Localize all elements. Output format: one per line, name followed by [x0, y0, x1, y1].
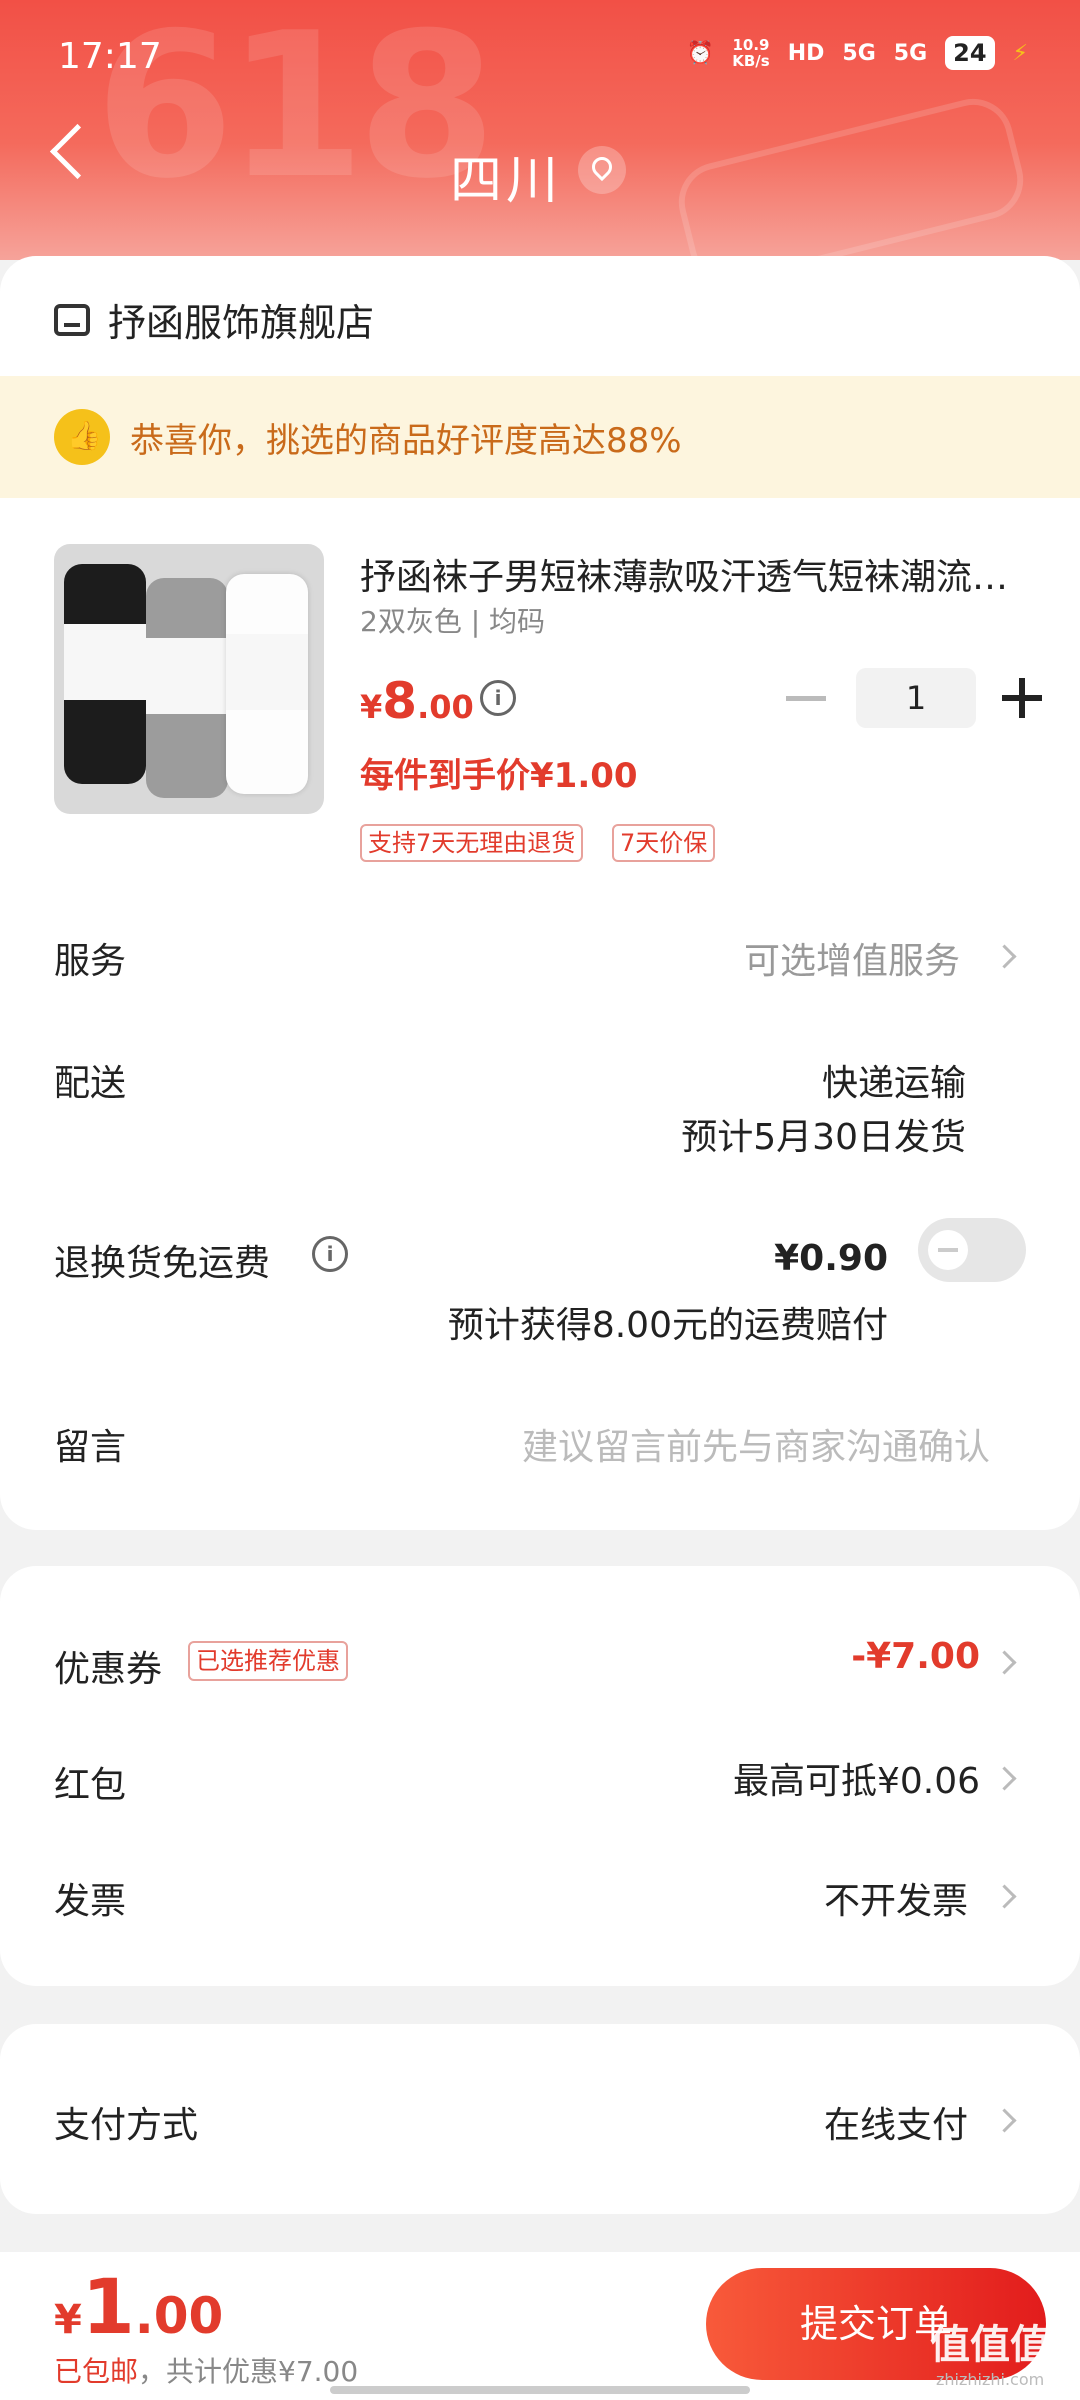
return-shipping-toggle[interactable]: [918, 1218, 1026, 1282]
total-decimal: .00: [134, 2287, 224, 2345]
quantity-value[interactable]: 1: [856, 668, 976, 728]
watermark-url: zhizhizhi.com: [936, 2370, 1045, 2389]
return-shipping-note: 预计获得8.00元的运费赔付: [447, 1305, 888, 1346]
invoice-label: 发票: [54, 1881, 127, 1922]
charging-icon: ⚡: [1012, 40, 1028, 66]
watermark-logo: 值值值: [930, 2322, 1050, 2368]
message-input[interactable]: 建议留言前先与商家沟通确认: [522, 1418, 990, 1470]
product-price: ¥8.00: [360, 672, 474, 730]
service-label: 服务: [54, 941, 127, 982]
red-packet-label: 红包: [54, 1765, 127, 1806]
unit-price: 每件到手价¥1.00: [360, 756, 638, 796]
shop-header[interactable]: 抒函服饰旗舰店: [54, 292, 374, 347]
red-packet-value[interactable]: 最高可抵¥0.06: [733, 1752, 980, 1804]
status-icons: ⏰ 10.9 KB/s HD 5G 5G 24 ⚡: [687, 36, 1028, 70]
status-time: 17:17: [58, 36, 162, 77]
product-variant[interactable]: 2双灰色 | 均码: [360, 600, 545, 640]
rating-banner-text: 恭喜你，挑选的商品好评度高达88%: [130, 420, 682, 461]
total-note: 已包邮，共计优惠¥7.00: [54, 2350, 358, 2390]
price-currency: ¥: [360, 688, 383, 726]
delivery-eta: 预计5月30日发货: [681, 1117, 966, 1158]
status-bar: 17:17 ⏰ 10.9 KB/s HD 5G 5G 24 ⚡: [0, 30, 1080, 90]
hd-icon: HD: [787, 40, 825, 66]
return-policy-tag: 支持7天无理由退货: [360, 824, 584, 862]
location-pin-icon[interactable]: [578, 146, 626, 194]
return-shipping-info-icon[interactable]: i: [312, 1236, 348, 1272]
coupon-value[interactable]: -¥7.00: [851, 1636, 980, 1677]
price-decimal: .00: [417, 688, 474, 726]
discount-note: ，共计优惠¥7.00: [138, 2355, 359, 2388]
net-speed: 10.9 KB/s: [732, 37, 769, 69]
delivery-method: 快递运输: [821, 1063, 966, 1104]
coupon-recommended-tag: 已选推荐优惠: [188, 1641, 348, 1681]
price-protection-tag: 7天价保: [612, 824, 716, 862]
shipping-free-text: 已包邮: [54, 2355, 139, 2388]
return-shipping-price: ¥0.90: [774, 1238, 888, 1279]
minus-icon[interactable]: [786, 695, 826, 701]
delivery-label: 配送: [54, 1063, 127, 1104]
total-price: ¥1.00: [54, 2262, 223, 2351]
total-integer: 1: [81, 2262, 135, 2351]
sock-black: [64, 564, 146, 784]
page-title: 四川: [450, 151, 563, 211]
return-shipping-label: 退换货免运费: [54, 1243, 271, 1284]
plus-icon[interactable]: [1002, 678, 1042, 718]
rating-banner: 恭喜你，挑选的商品好评度高达88%: [0, 376, 1080, 498]
net-speed-unit: KB/s: [732, 52, 770, 70]
shop-icon: [54, 303, 90, 336]
coupon-label: 优惠券: [54, 1649, 163, 1690]
price-info-icon[interactable]: i: [480, 680, 516, 716]
message-label: 留言: [54, 1427, 127, 1468]
signal-icon-2: 5G: [893, 40, 928, 66]
header: 618 17:17 ⏰ 10.9 KB/s HD 5G 5G 24 ⚡ 四川: [0, 0, 1080, 260]
shop-name: 抒函服饰旗舰店: [108, 301, 375, 345]
home-indicator[interactable]: [330, 2386, 750, 2394]
product-image[interactable]: [54, 544, 324, 814]
quantity-stepper: 1: [786, 668, 1042, 728]
price-integer: 8: [382, 672, 418, 730]
toggle-knob: [928, 1230, 968, 1270]
total-currency: ¥: [54, 2297, 82, 2343]
promo-tag-decoration: [670, 90, 1032, 260]
sock-white: [226, 574, 308, 794]
signal-icon: 5G: [842, 40, 876, 66]
alarm-icon: ⏰: [686, 40, 715, 66]
product-title[interactable]: 抒函袜子男短袜薄款吸汗透气短袜潮流…: [360, 548, 1020, 600]
battery-icon: 24: [945, 36, 995, 70]
sock-grey: [146, 578, 228, 798]
thumbs-up-icon: [54, 409, 110, 465]
invoice-value[interactable]: 不开发票: [824, 1872, 968, 1924]
service-value[interactable]: 可选增值服务: [744, 932, 960, 984]
payment-label: 支付方式: [54, 2105, 199, 2146]
payment-value[interactable]: 在线支付: [824, 2096, 968, 2148]
